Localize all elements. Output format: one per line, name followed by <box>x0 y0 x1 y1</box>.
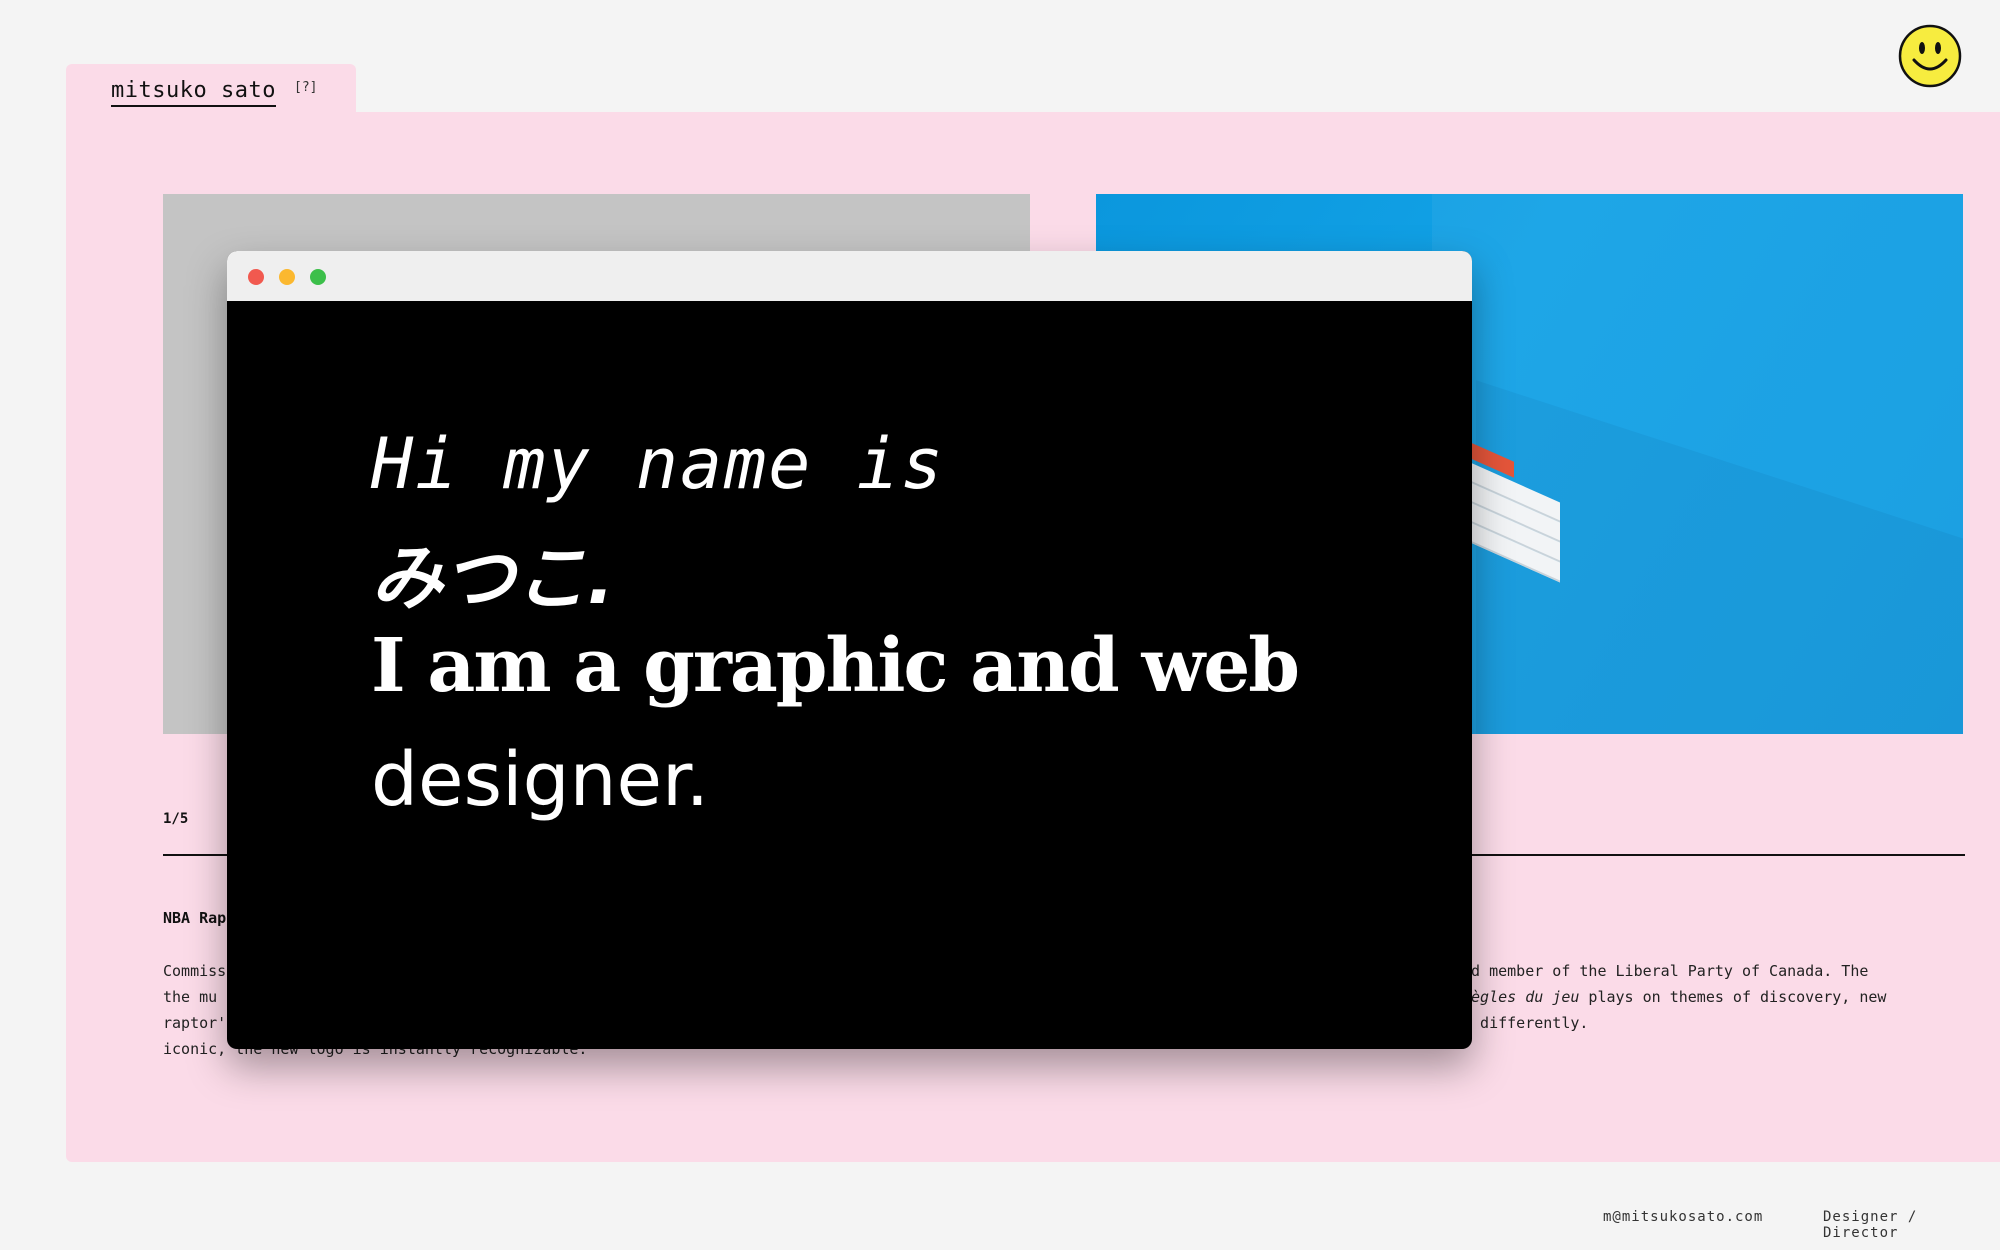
footer-role: Designer / Director <box>1823 1209 1918 1241</box>
slide-counter: 1/5 <box>163 811 189 827</box>
intro-browser-window: Hi my name is みつこ. I am a graphic and we… <box>227 251 1472 1049</box>
desc-right-line: règles du jeu plays on themes of discove… <box>1462 984 1942 1010</box>
desc-right-line: s differently. <box>1462 1014 1589 1032</box>
project-title: NBA Rap <box>163 909 227 927</box>
maximize-window-icon[interactable] <box>310 269 326 285</box>
desc-italic-text: règles du jeu <box>1462 988 1580 1006</box>
desc-right-rest: plays on themes of discovery, new <box>1579 988 1887 1006</box>
smiley-face-icon[interactable] <box>1898 24 1962 88</box>
intro-line-role: I am a graphic and web <box>371 623 1300 709</box>
window-title-bar <box>227 251 1472 301</box>
close-window-icon[interactable] <box>248 269 264 285</box>
paper-stack-illustration <box>1468 442 1560 583</box>
minimize-window-icon[interactable] <box>279 269 295 285</box>
help-link[interactable]: [?] <box>294 80 317 95</box>
intro-line-greeting: Hi my name is <box>371 423 945 505</box>
desc-right-line: nd member of the Liberal Party of Canada… <box>1462 962 1869 980</box>
footer-email-link[interactable]: m@mitsukosato.com <box>1603 1209 1763 1225</box>
project-description-right: nd member of the Liberal Party of Canada… <box>1462 958 1942 1036</box>
site-name-link[interactable]: mitsuko sato <box>111 78 276 107</box>
intro-line-role-end: designer. <box>371 737 710 823</box>
intro-line-name: みつこ. <box>371 536 615 620</box>
